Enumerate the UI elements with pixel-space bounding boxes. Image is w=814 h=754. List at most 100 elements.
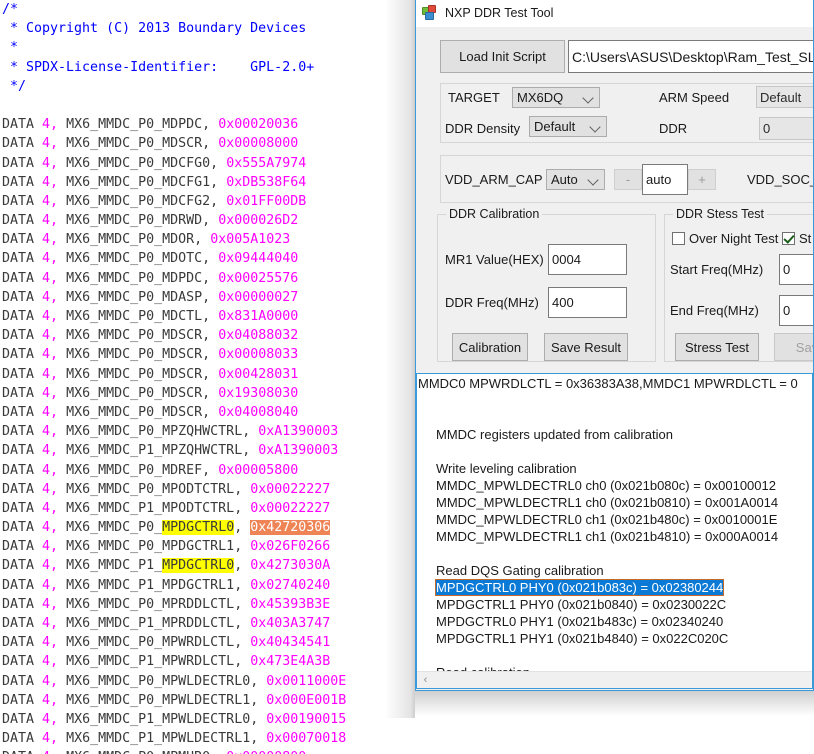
- target-select[interactable]: MX6DQ: [512, 87, 600, 108]
- log-line[interactable]: MMDC_MPWLDECTRL0 ch0 (0x021b080c) = 0x00…: [418, 477, 812, 494]
- code-data-line: DATA 4, MX6_MMDC_P0_MPODTCTRL, 0x0002222…: [2, 481, 331, 497]
- code-data-line: DATA 4, MX6_MMDC_P1_MPWRDLCTL, 0x473E4A3…: [2, 654, 331, 670]
- window-title: NXP DDR Test Tool: [445, 6, 554, 20]
- log-output-panel[interactable]: MMDC0 MPWRDLCTL = 0x36383A38,MMDC1 MPWRD…: [416, 373, 813, 689]
- code-data-line: DATA 4, MX6_MMDC_P0_MDSCR, 0x00008000: [2, 136, 299, 152]
- arm-speed-input[interactable]: Default: [756, 86, 813, 108]
- log-line[interactable]: MMDC registers updated from calibration: [418, 426, 812, 443]
- log-line[interactable]: Read DQS Gating calibration: [418, 562, 812, 579]
- code-comment-line: /*: [2, 2, 19, 17]
- over-night-test-label: Over Night Test: [689, 231, 779, 246]
- log-line-selected[interactable]: MPDGCTRL0 PHY0 (0x021b083c) = 0x02380244: [418, 579, 812, 596]
- highlighted-value: 0x42720306: [250, 520, 331, 536]
- code-data-line: DATA 4, MX6_MMDC_P0_MDSCR, 0x04008040: [2, 404, 299, 420]
- log-blank-line[interactable]: [418, 409, 812, 426]
- code-data-line: DATA 4, MX6_MMDC_P0_MPDGCTRL1, 0x026F026…: [2, 539, 331, 555]
- calibration-button[interactable]: Calibration: [452, 333, 528, 361]
- app-blocks-icon: [422, 5, 438, 21]
- code-data-line: DATA 4, MX6_MMDC_P0_MDASP, 0x00000027: [2, 289, 299, 305]
- ddr-freq-label: DDR Freq(MHz): [445, 295, 539, 310]
- ddr-label: DDR: [659, 121, 688, 136]
- code-data-line: DATA 4, MX6_MMDC_P1_MPDGCTRL1, 0x0274024…: [2, 577, 331, 593]
- code-data-line: DATA 4, MX6_MMDC_P0_MDREF, 0x00005800: [2, 462, 299, 478]
- log-output-text: MMDC0 MPWRDLCTL = 0x36383A38,MMDC1 MPWRD…: [417, 374, 812, 688]
- checkbox-box: [672, 232, 685, 245]
- target-label: TARGET: [448, 90, 500, 105]
- code-comment-line: * Copyright (C) 2013 Boundary Devices: [2, 21, 307, 37]
- code-data-line: DATA 4, MX6_MMDC_P0_MDOR, 0x005A1023: [2, 232, 291, 248]
- vdd-soc-label: VDD_SOC_: [747, 172, 814, 187]
- vdd-arm-cap-increment-button[interactable]: +: [688, 169, 716, 190]
- log-line[interactable]: MPDGCTRL1 PHY0 (0x021b0840) = 0x0230022C: [418, 596, 812, 613]
- code-data-line: DATA 4, MX6_MMDC_P0_MDSCR, 0x00428031: [2, 366, 299, 382]
- log-blank-line[interactable]: [418, 443, 812, 460]
- code-data-line: DATA 4, MX6_MMDC_P0_MPZQHWCTRL, 0xA13900…: [2, 424, 339, 440]
- stress-option-checkbox[interactable]: St: [782, 231, 811, 246]
- code-data-line: DATA 4, MX6_MMDC_P0_MDCFG0, 0x555A7974: [2, 155, 307, 171]
- code-data-line: DATA 4, MX6_MMDC_P0_MPWLDECTRL0, 0x00110…: [2, 673, 347, 689]
- ddr-stress-test-title: DDR Stess Test: [673, 207, 767, 221]
- log-line[interactable]: MPDGCTRL0 PHY1 (0x021b483c) = 0x02340240: [418, 613, 812, 630]
- start-freq-label: Start Freq(MHz): [670, 262, 764, 277]
- save-result-button[interactable]: Save Result: [544, 333, 628, 361]
- code-data-line: DATA 4, MX6_MMDC_P1_MPODTCTRL, 0x0002222…: [2, 500, 331, 516]
- chevron-down-icon: [589, 120, 601, 133]
- log-blank-line[interactable]: [418, 647, 812, 664]
- log-line[interactable]: MMDC_MPWLDECTRL1 ch1 (0x021b4810) = 0x00…: [418, 528, 812, 545]
- code-data-line: DATA 4, MX6_MMDC_P0_MPWRDLCTL, 0x4043454…: [2, 635, 331, 651]
- code-comment-line: * SPDX-License-Identifier: GPL-2.0+: [2, 59, 315, 75]
- log-line[interactable]: MPDGCTRL1 PHY1 (0x021b4840) = 0x022C020C: [418, 630, 812, 647]
- code-data-line: DATA 4, MX6_MMDC_P0_MDSCR, 0x00008033: [2, 347, 299, 363]
- code-data-line: DATA 4, MX6_MMDC_P1_MPRDDLCTL, 0x403A374…: [2, 616, 331, 631]
- log-blank-line[interactable]: [418, 545, 812, 562]
- ddr-density-select-value: Default: [534, 119, 576, 134]
- code-data-line: DATA 4, MX6_MMDC_P0_MDSCR, 0x04088032: [2, 328, 299, 344]
- vdd-arm-cap-mode-select[interactable]: Auto: [546, 169, 605, 190]
- end-freq-input[interactable]: 0: [779, 295, 813, 326]
- vdd-arm-cap-label: VDD_ARM_CAP: [445, 172, 543, 187]
- code-data-line: DATA 4, MX6_MMDC_P0_MPWLDECTRL1, 0x000E0…: [2, 692, 347, 708]
- log-line[interactable]: MMDC_MPWLDECTRL0 ch1 (0x021b480c) = 0x00…: [418, 511, 812, 528]
- stress-test-button[interactable]: Stress Test: [675, 333, 759, 361]
- log-line[interactable]: MMDC_MPWLDECTRL1 ch0 (0x021b0810) = 0x00…: [418, 494, 812, 511]
- mr1-value-input[interactable]: 0004: [548, 244, 627, 275]
- end-freq-label: End Freq(MHz): [670, 303, 759, 318]
- script-path-input[interactable]: C:\Users\ASUS\Desktop\Ram_Test_SL\S: [568, 40, 813, 73]
- code-data-line: DATA 4, MX6_MMDC_P0_MDCTL, 0x831A0000: [2, 309, 299, 324]
- source-code-editor[interactable]: /* * Copyright (C) 2013 Boundary Devices…: [0, 0, 400, 754]
- mr1-value-label: MR1 Value(HEX): [445, 252, 544, 267]
- save-stress-button[interactable]: Sav: [774, 333, 813, 361]
- vdd-arm-cap-mode-value: Auto: [551, 172, 578, 187]
- code-data-line: DATA 4, MX6_MMDC_P1_MPDGCTRL0, 0x4273030…: [2, 558, 331, 574]
- log-line[interactable]: Write leveling calibration: [418, 460, 812, 477]
- highlighted-register: MPDGCTRL0: [162, 520, 235, 536]
- ddr-calibration-title: DDR Calibration: [446, 207, 543, 221]
- target-select-value: MX6DQ: [517, 90, 564, 105]
- log-header-line: MMDC0 MPWRDLCTL = 0x36383A38,MMDC1 MPWRD…: [418, 376, 798, 391]
- code-data-line: DATA 4, MX6_MMDC_P0_MPRDDLCTL, 0x45393B3…: [2, 596, 331, 612]
- code-data-line: DATA 4, MX6_MMDC_P0_MDCFG1, 0xDB538F64: [2, 174, 307, 190]
- vdd-arm-cap-value-input[interactable]: auto: [642, 164, 688, 195]
- scroll-left-arrow-icon[interactable]: ‹: [417, 672, 434, 689]
- code-data-line: DATA 4, MX6_MMDC_P0_MDPDC, 0x00020036: [2, 117, 299, 133]
- log-horizontal-scrollbar[interactable]: ‹: [417, 671, 812, 688]
- vdd-arm-cap-decrement-button[interactable]: -: [614, 169, 642, 190]
- ddr-density-select[interactable]: Default: [529, 116, 607, 137]
- code-data-line: DATA 4, MX6_MMDC_P1_MPWLDECTRL0, 0x00190…: [2, 711, 347, 727]
- code-data-line: DATA 4, MX6_MMDC_P0_MDOTC, 0x09444040: [2, 251, 299, 267]
- titlebar[interactable]: NXP DDR Test Tool: [416, 0, 813, 27]
- chevron-down-icon: [587, 173, 599, 186]
- load-init-script-button[interactable]: Load Init Script: [440, 40, 565, 73]
- code-data-line: DATA 4, MX6_MMDC_P1_MPZQHWCTRL, 0xA13900…: [2, 443, 339, 459]
- checkbox-box-checked: [782, 232, 795, 245]
- log-blank-line[interactable]: [418, 392, 812, 409]
- start-freq-input[interactable]: 0: [779, 254, 813, 285]
- code-data-line: DATA 4, MX6_MMDC_P0_MPDGCTRL0, 0x4272030…: [2, 520, 331, 536]
- ddr-freq-input[interactable]: 400: [548, 287, 627, 318]
- ddr-input[interactable]: 0: [759, 117, 813, 140]
- stress-option-label: St: [799, 231, 812, 246]
- arm-speed-label: ARM Speed: [659, 90, 730, 105]
- code-data-line: DATA 4, MX6_MMDC_P0_MDSCR, 0x19308030: [2, 385, 299, 401]
- over-night-test-checkbox[interactable]: Over Night Test: [672, 231, 778, 246]
